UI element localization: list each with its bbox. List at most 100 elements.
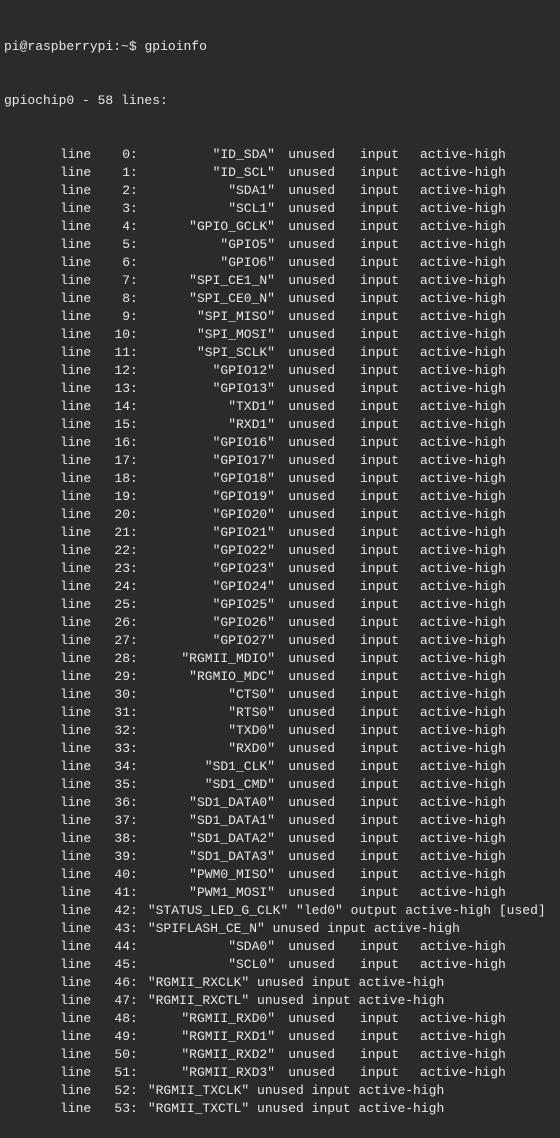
- line-label: line: [60, 1082, 100, 1100]
- line-name: "GPIO13": [140, 380, 275, 398]
- terminal-output[interactable]: pi@raspberrypi:~$ gpioinfo gpiochip0 - 5…: [0, 0, 560, 1138]
- gpio-line-row: line30:"CTS0"unusedinputactive-high: [4, 686, 556, 704]
- line-used: unused: [285, 326, 335, 344]
- line-used: unused: [285, 560, 335, 578]
- line-rest: unused input active-high: [265, 920, 460, 938]
- line-name: "SPI_SCLK": [140, 344, 275, 362]
- line-label: line: [60, 740, 100, 758]
- line-direction: input: [360, 434, 405, 452]
- line-number: 0: [100, 146, 130, 164]
- line-direction: input: [360, 722, 405, 740]
- line-used: unused: [285, 884, 335, 902]
- line-used: unused: [285, 434, 335, 452]
- line-used: unused: [285, 866, 335, 884]
- line-used: unused: [285, 470, 335, 488]
- line-used: unused: [285, 1046, 335, 1064]
- line-direction: input: [360, 488, 405, 506]
- line-label: line: [60, 218, 100, 236]
- line-active: active-high: [420, 182, 506, 200]
- line-active: active-high: [420, 866, 506, 884]
- line-number: 30: [100, 686, 130, 704]
- line-direction: input: [360, 506, 405, 524]
- line-direction: input: [360, 758, 405, 776]
- line-label: line: [60, 884, 100, 902]
- gpio-line-row: line40:"PWM0_MISO"unusedinputactive-high: [4, 866, 556, 884]
- line-active: active-high: [420, 506, 506, 524]
- line-active: active-high: [420, 1010, 506, 1028]
- line-label: line: [60, 830, 100, 848]
- line-used: unused: [285, 650, 335, 668]
- line-label: line: [60, 182, 100, 200]
- line-name: "SD1_DATA2": [140, 830, 275, 848]
- line-number: 51: [100, 1064, 130, 1082]
- line-rest: unused input active-high: [249, 974, 444, 992]
- gpio-line-row: line1:"ID_SCL"unusedinputactive-high: [4, 164, 556, 182]
- line-used: unused: [285, 506, 335, 524]
- gpio-line-row: line2:"SDA1"unusedinputactive-high: [4, 182, 556, 200]
- gpio-line-row: line50:"RGMII_RXD2"unusedinputactive-hig…: [4, 1046, 556, 1064]
- line-used: unused: [285, 1010, 335, 1028]
- line-active: active-high: [420, 290, 506, 308]
- line-label: line: [60, 200, 100, 218]
- line-direction: input: [360, 200, 405, 218]
- line-active: active-high: [420, 488, 506, 506]
- line-used: unused: [285, 812, 335, 830]
- line-label: line: [60, 632, 100, 650]
- line-name: "SD1_DATA0": [140, 794, 275, 812]
- line-label: line: [60, 650, 100, 668]
- line-number: 37: [100, 812, 130, 830]
- line-number: 23: [100, 560, 130, 578]
- line-name: "GPIO25": [140, 596, 275, 614]
- line-used: unused: [285, 362, 335, 380]
- line-number: 47: [100, 992, 130, 1010]
- line-used: unused: [285, 524, 335, 542]
- line-active: active-high: [420, 542, 506, 560]
- gpio-line-row: line6:"GPIO6"unusedinputactive-high: [4, 254, 556, 272]
- line-label: line: [60, 992, 100, 1010]
- line-number: 13: [100, 380, 130, 398]
- line-active: active-high: [420, 380, 506, 398]
- gpio-line-row: line9:"SPI_MISO"unusedinputactive-high: [4, 308, 556, 326]
- gpio-line-row: line53: "RGMII_TXCTL" unused input activ…: [4, 1100, 556, 1118]
- line-name: "SD1_DATA3": [140, 848, 275, 866]
- line-name: "RGMII_RXD3": [140, 1064, 275, 1082]
- line-active: active-high: [420, 776, 506, 794]
- prompt-userhost: pi@raspberrypi: [4, 38, 113, 56]
- line-label: line: [60, 902, 100, 920]
- line-active: active-high: [420, 560, 506, 578]
- gpio-line-row: line11:"SPI_SCLK"unusedinputactive-high: [4, 344, 556, 362]
- line-direction: input: [360, 380, 405, 398]
- line-name: "GPIO_GCLK": [140, 218, 275, 236]
- gpio-line-row: line44:"SDA0"unusedinputactive-high: [4, 938, 556, 956]
- line-used: unused: [285, 722, 335, 740]
- line-label: line: [60, 578, 100, 596]
- line-active: active-high: [420, 344, 506, 362]
- line-used: unused: [285, 938, 335, 956]
- line-number: 4: [100, 218, 130, 236]
- gpio-line-row: line28:"RGMII_MDIO"unusedinputactive-hig…: [4, 650, 556, 668]
- line-name: "GPIO20": [140, 506, 275, 524]
- line-label: line: [60, 776, 100, 794]
- line-active: active-high: [420, 326, 506, 344]
- line-active: active-high: [420, 650, 506, 668]
- gpio-line-row: line42: "STATUS_LED_G_CLK" "led0" output…: [4, 902, 556, 920]
- line-active: active-high: [420, 470, 506, 488]
- line-direction: input: [360, 794, 405, 812]
- gpio-line-row: line20:"GPIO20"unusedinputactive-high: [4, 506, 556, 524]
- gpio-line-row: line25:"GPIO25"unusedinputactive-high: [4, 596, 556, 614]
- line-used: unused: [285, 290, 335, 308]
- line-direction: input: [360, 164, 405, 182]
- gpio-line-row: line29:"RGMIO_MDC"unusedinputactive-high: [4, 668, 556, 686]
- line-label: line: [60, 812, 100, 830]
- line-label: line: [60, 686, 100, 704]
- line-label: line: [60, 452, 100, 470]
- line-label: line: [60, 704, 100, 722]
- line-label: line: [60, 380, 100, 398]
- line-used: unused: [285, 254, 335, 272]
- line-direction: input: [360, 578, 405, 596]
- line-label: line: [60, 1046, 100, 1064]
- line-direction: input: [360, 290, 405, 308]
- line-number: 10: [100, 326, 130, 344]
- line-active: active-high: [420, 308, 506, 326]
- line-label: line: [60, 1100, 100, 1118]
